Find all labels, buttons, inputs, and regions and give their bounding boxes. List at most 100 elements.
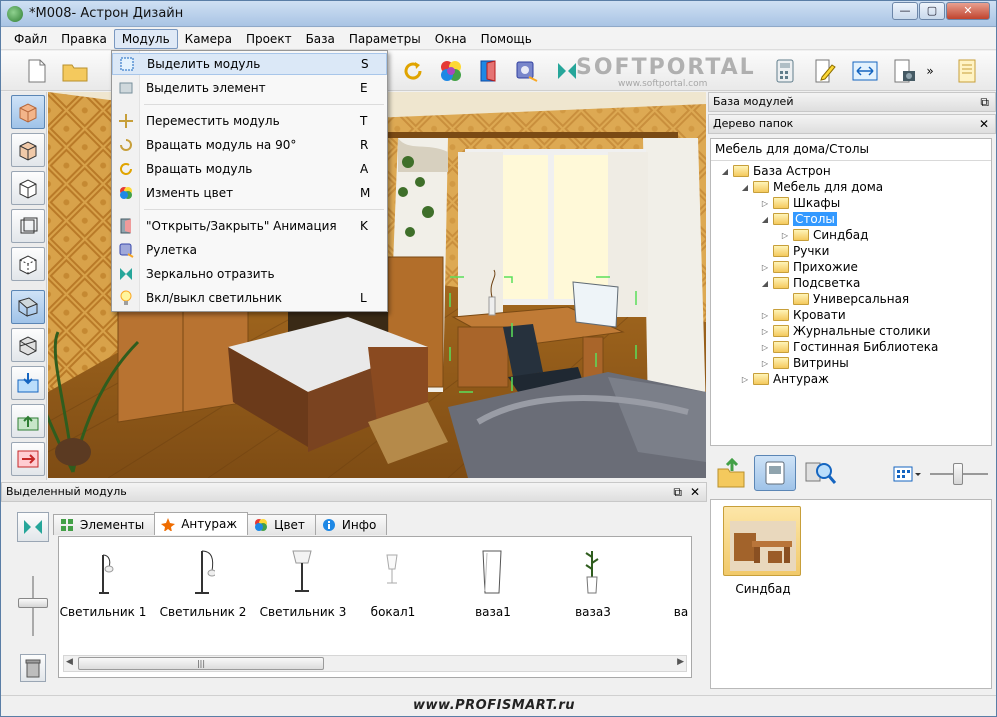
resize-icon[interactable]	[851, 57, 879, 85]
toolbar-overflow-icon[interactable]: »	[923, 57, 937, 85]
door-animation-icon[interactable]	[475, 57, 503, 85]
tree-item[interactable]: ▷ Витрины	[759, 355, 849, 371]
tree-toggle-icon[interactable]: ▷	[759, 311, 771, 320]
tree-item[interactable]: Универсальная	[779, 291, 909, 307]
menu-file[interactable]: Файл	[7, 30, 54, 48]
report-icon[interactable]	[953, 57, 981, 85]
tree-item[interactable]: ◢ Подсветка	[759, 275, 860, 291]
delete-button[interactable]	[20, 654, 46, 682]
tree-item[interactable]: ▷ Гостинная Библиотека	[759, 339, 938, 355]
tab-elements[interactable]: Элементы	[53, 514, 156, 535]
edit-document-icon[interactable]	[811, 57, 839, 85]
render-icon[interactable]	[891, 57, 919, 85]
hidden-lines-view-icon[interactable]	[11, 247, 45, 281]
tree-item[interactable]: ◢ База Астрон	[719, 163, 831, 179]
decor-item-vase-1[interactable]: ваза1	[445, 543, 541, 623]
menu-edit[interactable]: Правка	[54, 30, 114, 48]
outline-view-icon[interactable]	[11, 171, 45, 205]
perspective-view-icon[interactable]	[11, 290, 45, 324]
export-icon[interactable]	[11, 404, 45, 438]
tree-toggle-icon[interactable]: ▷	[759, 343, 771, 352]
mirror-button[interactable]	[17, 512, 49, 542]
restore-icon[interactable]: ⧉	[980, 93, 989, 111]
wireframe-view-icon[interactable]	[11, 209, 45, 243]
tree-item[interactable]: ▷ Журнальные столики	[759, 323, 931, 339]
tree-toggle-icon[interactable]: ▷	[759, 359, 771, 368]
tree-item[interactable]: ▷ Антураж	[739, 371, 829, 387]
menu-parameters[interactable]: Параметры	[342, 30, 428, 48]
menu-item-change-color[interactable]: Изменть цвет M	[112, 182, 387, 204]
horizontal-scrollbar[interactable]: ◀ ||| ▶	[63, 655, 687, 672]
section-view-icon[interactable]	[11, 328, 45, 362]
decor-item-vase-3[interactable]: ваза3	[545, 543, 641, 623]
scroll-right-icon[interactable]: ▶	[677, 657, 684, 667]
tree-item[interactable]: ▷ Кровати	[759, 307, 846, 323]
restore-icon[interactable]: ⧉	[673, 483, 682, 501]
import-icon[interactable]	[11, 366, 45, 400]
menu-windows[interactable]: Окна	[428, 30, 474, 48]
tree-toggle-icon[interactable]: ◢	[739, 183, 751, 192]
view-mode-icon[interactable]	[893, 465, 923, 483]
tree-item[interactable]: Ручки	[759, 243, 829, 259]
up-folder-icon[interactable]	[716, 457, 745, 489]
menu-item-select-module[interactable]: Выделить модуль S	[112, 53, 387, 75]
minimize-button[interactable]: —	[892, 2, 918, 20]
zoom-slider-thumb[interactable]	[953, 463, 963, 485]
menu-item-tape-measure[interactable]: Рулетка	[112, 239, 387, 261]
menu-camera[interactable]: Камера	[178, 30, 239, 48]
catalog-view-icon[interactable]	[754, 455, 796, 491]
tree-toggle-icon[interactable]: ◢	[759, 215, 771, 224]
tree-item[interactable]: ◢ Столы	[759, 211, 837, 227]
scrollbar-thumb[interactable]: |||	[78, 657, 324, 670]
tree-toggle-icon[interactable]: ▷	[759, 199, 771, 208]
tree-toggle-icon[interactable]: ▷	[759, 263, 771, 272]
vertical-slider-thumb[interactable]	[18, 598, 48, 608]
decor-item-lamp-1[interactable]: Светильник 1	[55, 543, 151, 623]
tab-color[interactable]: Цвет	[247, 514, 316, 535]
tab-info[interactable]: Инфо	[314, 514, 388, 535]
menu-help[interactable]: Помощь	[474, 30, 539, 48]
scroll-left-icon[interactable]: ◀	[66, 657, 73, 667]
menu-item-animation[interactable]: "Открыть/Закрыть" Анимация K	[112, 215, 387, 237]
decor-item-lamp-2[interactable]: Светильник 2	[155, 543, 251, 623]
menu-item-move-module[interactable]: Переместить модуль T	[112, 110, 387, 132]
menu-item-rotate[interactable]: Вращать модуль A	[112, 158, 387, 180]
tree-toggle-icon[interactable]: ▷	[779, 231, 791, 240]
folder-icon	[793, 293, 809, 305]
menu-item-mirror[interactable]: Зеркально отразить	[112, 263, 387, 285]
tab-decor[interactable]: Антураж	[154, 512, 249, 535]
tree-toggle-icon[interactable]: ▷	[759, 327, 771, 336]
calculator-icon[interactable]	[771, 57, 799, 85]
tree-item[interactable]: ▷ Синдбад	[779, 227, 868, 243]
solid-view-icon[interactable]	[11, 133, 45, 167]
menu-item-select-element[interactable]: Выделить элемент E	[112, 77, 387, 99]
tape-measure-icon[interactable]	[513, 57, 541, 85]
tree-toggle-icon[interactable]: ◢	[759, 279, 771, 288]
close-button[interactable]: ✕	[946, 2, 990, 20]
tree-item[interactable]: ▷ Шкафы	[759, 195, 840, 211]
tree-toggle-icon[interactable]: ▷	[739, 375, 751, 384]
menu-item-lamp-toggle[interactable]: Вкл/выкл светильник L	[112, 287, 387, 309]
tree-toggle-icon[interactable]: ◢	[719, 167, 731, 176]
close-icon[interactable]: ✕	[979, 115, 989, 133]
decor-item-glass[interactable]: бокал1	[345, 543, 441, 623]
menu-item-rotate-90[interactable]: Вращать модуль на 90° R	[112, 134, 387, 156]
new-file-icon[interactable]	[23, 57, 51, 85]
decor-item-lamp-3[interactable]: Светильник 3	[255, 543, 351, 623]
menu-base[interactable]: База	[299, 30, 342, 48]
tree-item[interactable]: ▷ Прихожие	[759, 259, 858, 275]
menu-module[interactable]: Модуль	[113, 28, 178, 49]
panel-title: Дерево папок	[713, 117, 794, 130]
close-icon[interactable]: ✕	[690, 483, 700, 501]
exit-icon[interactable]	[11, 442, 45, 476]
menu-project[interactable]: Проект	[239, 30, 299, 48]
decor-item-partial[interactable]: ва	[633, 543, 691, 623]
refresh-icon[interactable]	[399, 57, 427, 85]
shaded-view-icon[interactable]	[11, 95, 45, 129]
color-palette-icon[interactable]	[437, 57, 465, 85]
maximize-button[interactable]: ▢	[919, 2, 945, 20]
open-folder-icon[interactable]	[61, 57, 89, 85]
search-icon[interactable]	[804, 457, 838, 489]
library-item-sindbad[interactable]	[723, 506, 801, 576]
tree-item[interactable]: ◢ Мебель для дома	[739, 179, 883, 195]
